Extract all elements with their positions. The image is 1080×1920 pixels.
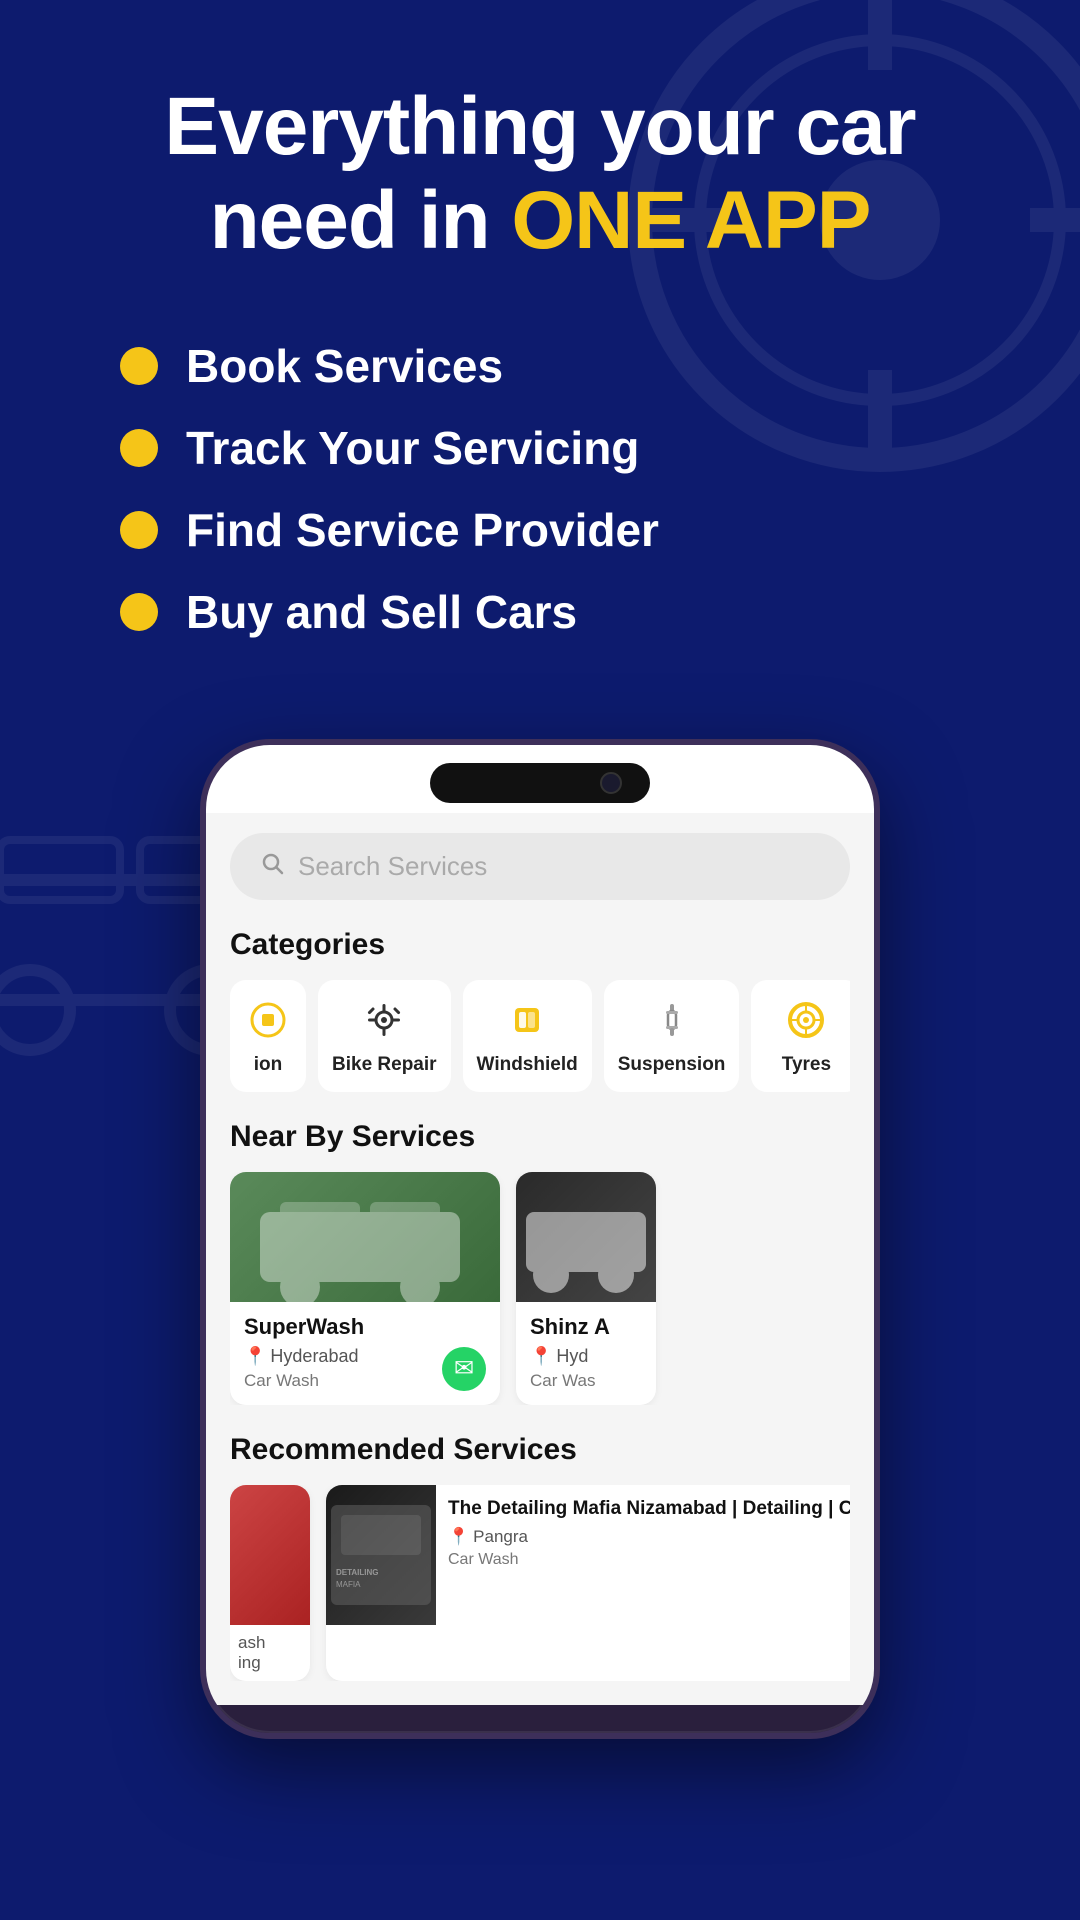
recommended-title: Recommended Services (230, 1433, 850, 1467)
nearby-row: SuperWash 📍 Hyderabad Car Wash ✉ (230, 1172, 850, 1405)
whatsapp-icon: ✉ (454, 1354, 474, 1383)
rec-card-partial-left[interactable]: ash ing (230, 1485, 310, 1681)
whatsapp-button-superwash[interactable]: ✉ (442, 1347, 486, 1391)
service-card-shinz[interactable]: Shinz A 📍 Hyd Car Was (516, 1172, 656, 1405)
phone-mockup: Search Services Categories io (200, 739, 880, 1739)
rec-location-detailing: 📍 Pangra (448, 1527, 850, 1547)
location-pin-icon: 📍 (244, 1346, 266, 1367)
service-location-shinz: 📍 Hyd (530, 1346, 642, 1367)
service-info-shinz: Shinz A 📍 Hyd Car Was (516, 1302, 656, 1405)
category-item-partial[interactable]: ion (230, 980, 306, 1092)
search-bar[interactable]: Search Services (230, 833, 850, 900)
nearby-title: Near By Services (230, 1120, 850, 1154)
phone-screen: Search Services Categories io (206, 813, 874, 1705)
tyre-icon (782, 996, 830, 1044)
phone-notch (206, 745, 874, 813)
svg-text:MAFIA: MAFIA (336, 1580, 361, 1589)
rec-card-inner: DETAILING MAFIA The Detailing Mafia Niza… (326, 1485, 850, 1625)
rec-img-placeholder: DETAILING MAFIA (326, 1485, 436, 1625)
phone-mockup-container: Search Services Categories io (60, 719, 1020, 1739)
service-type-shinz: Car Was (530, 1371, 642, 1391)
feature-list: Book Services Track Your Servicing Find … (60, 339, 1020, 639)
category-item-tyres[interactable]: Tyres (751, 980, 850, 1092)
suspension-icon (648, 996, 696, 1044)
category-icon-partial (244, 996, 292, 1044)
search-placeholder: Search Services (298, 851, 487, 882)
category-label-partial: ion (254, 1054, 283, 1076)
service-image-superwash (230, 1172, 500, 1302)
recommended-row: ash ing DETAILING (230, 1485, 850, 1681)
service-name-shinz: Shinz A (530, 1314, 642, 1340)
service-name-superwash: SuperWash (244, 1314, 486, 1340)
feature-track: Track Your Servicing (120, 421, 1020, 475)
windshield-icon (503, 996, 551, 1044)
service-image-shinz (516, 1172, 656, 1302)
rec-card-detailing[interactable]: DETAILING MAFIA The Detailing Mafia Niza… (326, 1485, 850, 1681)
category-item-bike-repair[interactable]: Bike Repair (318, 980, 451, 1092)
rec-image-detailing: DETAILING MAFIA (326, 1485, 436, 1625)
category-label-suspension: Suspension (618, 1054, 726, 1076)
category-label-tyres: Tyres (782, 1054, 831, 1076)
service-card-superwash[interactable]: SuperWash 📍 Hyderabad Car Wash ✉ (230, 1172, 500, 1405)
svg-text:DETAILING: DETAILING (336, 1568, 379, 1577)
feature-find: Find Service Provider (120, 503, 1020, 557)
rec-type-detailing: Car Wash (448, 1551, 850, 1569)
feature-book: Book Services (120, 339, 1020, 393)
bullet-icon (120, 347, 158, 385)
category-item-windshield[interactable]: Windshield (463, 980, 592, 1092)
category-label-windshield: Windshield (477, 1054, 578, 1076)
categories-row: ion (230, 980, 850, 1092)
categories-title: Categories (230, 928, 850, 962)
rec-name-detailing: The Detailing Mafia Nizamabad | Detailin… (448, 1497, 850, 1522)
notch-pill (430, 763, 650, 803)
feature-buy: Buy and Sell Cars (120, 585, 1020, 639)
rec-image-partial (230, 1485, 310, 1625)
search-icon (260, 851, 284, 882)
bullet-icon (120, 511, 158, 549)
gear-icon (360, 996, 408, 1044)
category-item-suspension[interactable]: Suspension (604, 980, 740, 1092)
bullet-icon (120, 593, 158, 631)
location-pin-icon: 📍 (530, 1346, 552, 1367)
rec-info-detailing: The Detailing Mafia Nizamabad | Detailin… (436, 1485, 850, 1625)
rec-label-partial: ash ing (230, 1625, 310, 1681)
hero-title: Everything your car need in ONE APP (60, 80, 1020, 269)
bullet-icon (120, 429, 158, 467)
location-pin-icon: 📍 (448, 1527, 469, 1547)
category-label-bike-repair: Bike Repair (332, 1054, 437, 1076)
